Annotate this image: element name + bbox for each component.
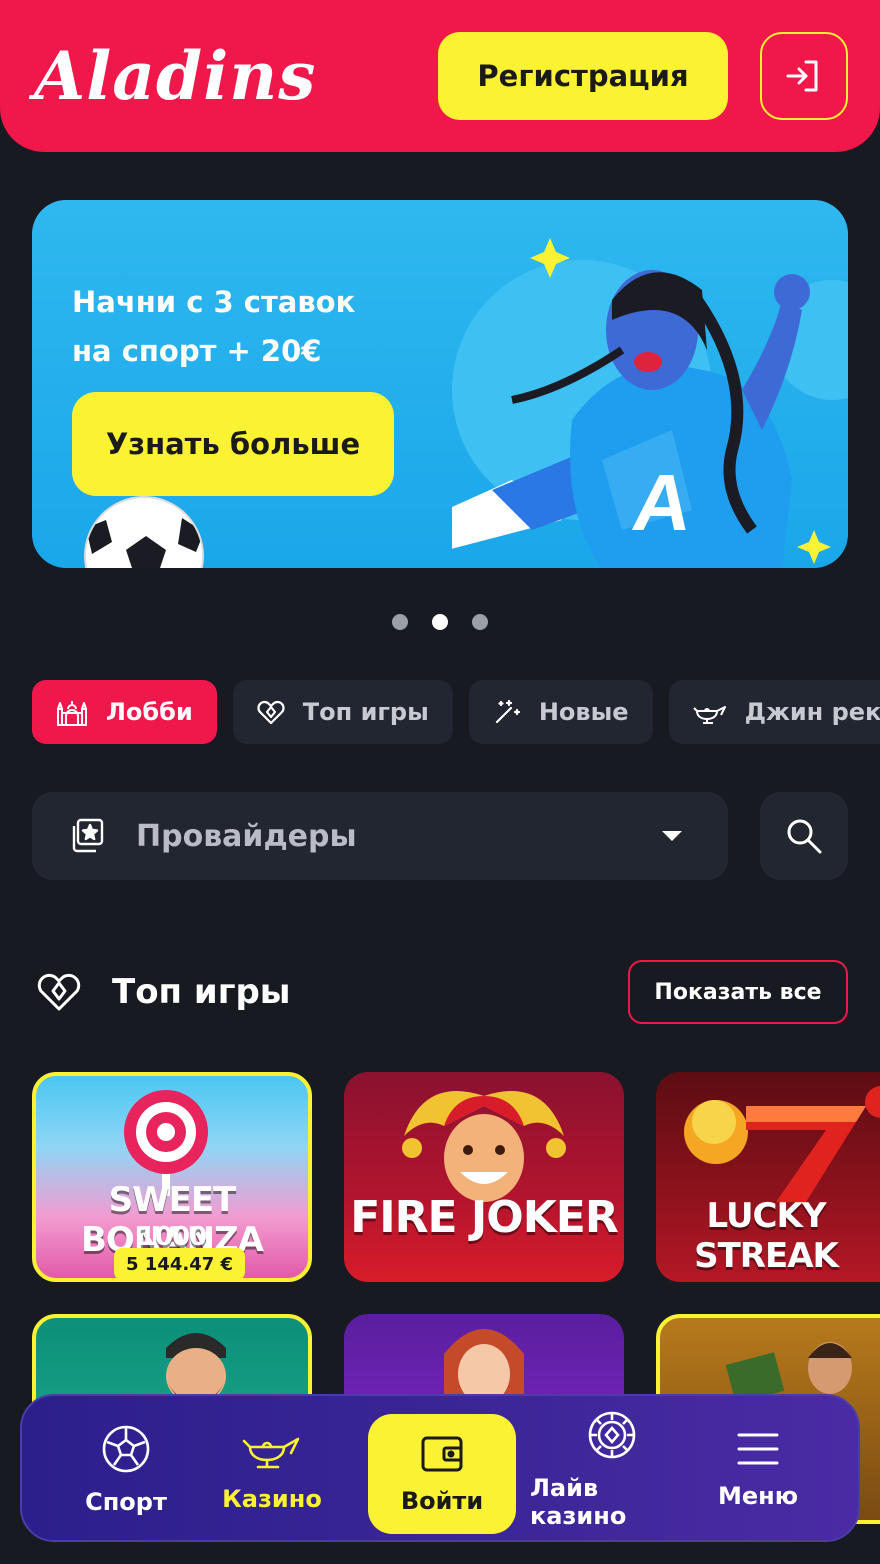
tab-lobby[interactable]: Лобби	[32, 680, 217, 744]
promo-banner[interactable]: A Начни с 3 ставок на спорт + 20€ Узнать…	[32, 200, 848, 568]
providers-label: Провайдеры	[136, 818, 357, 854]
nav-live-casino-label: Лайв казино	[530, 1474, 627, 1530]
magic-wand-icon	[495, 699, 520, 724]
chevron-down-icon	[662, 831, 682, 841]
nav-login[interactable]: Войти	[368, 1414, 516, 1534]
tab-genie-recommends-label: Джин рекоменду	[744, 698, 880, 726]
category-tabs: Лобби Топ игры Новые Джин рекоменду	[32, 680, 880, 744]
tab-top-games[interactable]: Топ игры	[232, 680, 453, 744]
game-card-sweet-bonanza[interactable]: SWEET BONANZA 1000 5 144.47 €	[32, 1072, 312, 1282]
tab-lobby-label: Лобби	[106, 698, 193, 726]
fruit-seven-image	[684, 1086, 880, 1202]
nav-sport[interactable]: Спорт	[66, 1396, 186, 1544]
tab-new[interactable]: Новые	[468, 680, 653, 744]
nav-casino[interactable]: Казино	[212, 1396, 332, 1544]
show-all-button[interactable]: Показать все	[628, 960, 848, 1024]
tab-new-label: Новые	[538, 698, 629, 726]
nav-menu[interactable]: Меню	[708, 1396, 808, 1544]
game-card-lucky-streak[interactable]: LUCKY STREAK	[656, 1072, 880, 1282]
heart-icon	[37, 973, 81, 1011]
header: Aladins Регистрация	[0, 0, 880, 152]
banner-title-line2: на спорт + 20€	[72, 334, 322, 368]
page: { "header": { "logo_text": "Aladins", "r…	[0, 0, 880, 1564]
heart-icon	[257, 700, 285, 725]
football-icon	[102, 1425, 150, 1473]
game-card-fire-joker[interactable]: FIRE JOKER	[344, 1072, 624, 1282]
menu-icon	[737, 1433, 779, 1465]
section-title-top-games: Топ игры	[112, 972, 291, 1012]
nav-live-casino[interactable]: Лайв казино	[530, 1396, 694, 1544]
banner-title: Начни с 3 ставок на спорт + 20€	[72, 278, 355, 376]
nav-sport-label: Спорт	[85, 1488, 167, 1516]
providers-dropdown[interactable]: Провайдеры	[32, 792, 728, 880]
game-title: LUCKY STREAK	[694, 1196, 839, 1276]
nav-menu-label: Меню	[717, 1482, 799, 1510]
chip-icon	[588, 1411, 636, 1459]
player-illustration: A	[452, 238, 831, 568]
nav-casino-label: Казино	[222, 1485, 322, 1513]
nav-login-label: Войти	[400, 1487, 484, 1515]
search-icon	[787, 819, 822, 854]
logo[interactable]: Aladins	[34, 36, 316, 116]
lamp-icon	[692, 706, 726, 724]
slider-dot-1[interactable]	[392, 614, 408, 630]
joker-image	[402, 1091, 566, 1202]
login-icon-button[interactable]	[760, 32, 848, 120]
banner-title-line1: Начни с 3 ставок	[72, 285, 356, 319]
wallet-icon	[421, 1436, 463, 1472]
star-cards-icon	[72, 818, 104, 853]
search-button[interactable]	[760, 792, 848, 880]
tab-genie-recommends[interactable]: Джин рекоменду	[668, 680, 880, 744]
game-title: FIRE JOKER	[350, 1192, 619, 1243]
football-image	[84, 496, 204, 568]
register-button[interactable]: Регистрация	[438, 32, 728, 120]
lamp-icon	[242, 1437, 300, 1469]
slider-dot-2[interactable]	[432, 614, 448, 630]
bottom-navigation: Спорт Казино Войти Лайв казино Меню	[20, 1394, 860, 1542]
slider-dot-3[interactable]	[472, 614, 488, 630]
login-icon	[786, 60, 818, 92]
jackpot-badge: 5 144.47 €	[114, 1248, 246, 1278]
learn-more-button[interactable]: Узнать больше	[72, 392, 394, 496]
character-image	[444, 1329, 524, 1404]
slider-dots	[0, 614, 880, 630]
palace-icon	[57, 701, 87, 726]
tab-top-games-label: Топ игры	[302, 698, 429, 726]
